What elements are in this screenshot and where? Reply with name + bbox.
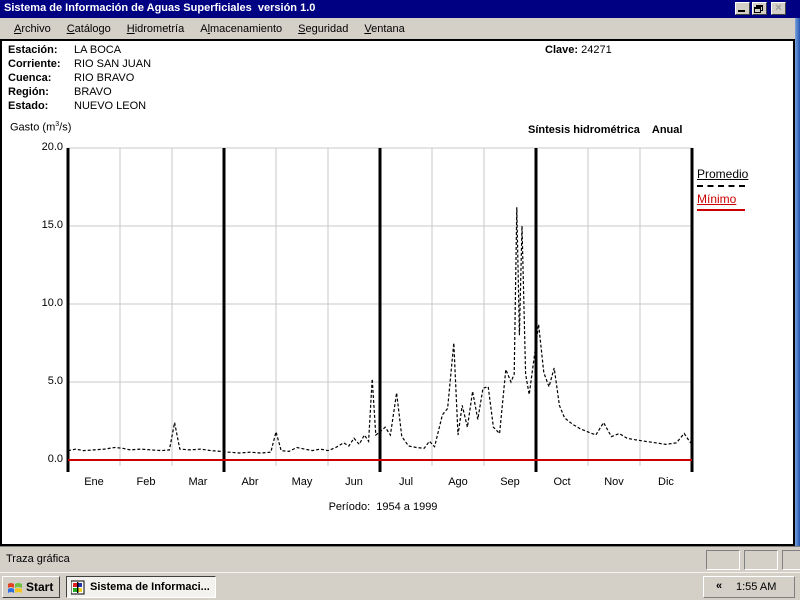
menu-label-part: macenamiento [210,22,283,35]
chart-title-text: Síntesis hidrométrica [528,124,640,136]
station-row: Región: BRAVO [8,86,112,100]
menu-label-part: A [200,22,208,35]
month-label: Ago [448,476,468,488]
menu-accesskey: S [298,22,306,35]
menu-accesskey: H [126,22,135,35]
month-label: Nov [604,476,624,488]
status-message: Traza gráfica [6,553,70,565]
field-value: BRAVO [74,86,112,98]
menu-almacenamiento[interactable]: Almacenamiento [192,21,290,37]
field-label: Región: [8,86,49,98]
gasto-prefix: Gasto (m [10,121,56,134]
taskbar-app-button[interactable]: Sistema de Informaci... [66,576,216,598]
station-row: Corriente: RIO SAN JUAN [8,58,151,72]
legend-minimo-label: Mínimo [697,192,737,206]
status-panel [706,550,740,570]
field-value: LA BOCA [74,44,122,56]
field-value: RIO BRAVO [74,72,135,84]
month-label: May [291,476,313,488]
month-label: Jun [345,476,363,488]
start-button[interactable]: Start [2,576,60,598]
legend-promedio-label: Promedio [697,167,749,181]
app-icon [71,580,85,594]
chart-title: Síntesis hidrométrica Anual [528,124,682,136]
field-label: Estación: [8,44,58,56]
field-value: RIO SAN JUAN [74,58,152,70]
taskbar-app-label: Sistema de Informaci... [90,581,210,593]
gasto-suffix: /s) [59,121,72,134]
start-label: Start [26,580,54,594]
menu-label-part: entana [371,22,405,35]
clave-value: 24271 [581,44,612,56]
station-row: Cuenca: RIO BRAVO [8,72,134,86]
menu-label-part: rchivo [21,22,51,35]
y-tick-label: 20.0 [41,141,63,153]
status-panel [782,550,800,570]
menu-accesskey: C [66,22,75,35]
menu-bar: Archivo Catálogo Hidrometría Almacenamie… [0,18,795,39]
menu-label-part: eguridad [305,22,349,35]
menu-label-part: idrometría [134,22,185,35]
menu-ventana[interactable]: Ventana [356,21,412,37]
menu-label-part: atálogo [74,22,111,35]
field-label: Estado: [8,100,49,112]
status-panel [744,550,778,570]
station-row: Estación: LA BOCA [8,44,121,58]
month-label: Mar [188,476,208,488]
y-tick-label: 0.0 [47,453,63,465]
status-bar: Traza gráfica [0,546,800,572]
clock[interactable]: 1:55 AM [736,581,776,593]
field-value: NUEVO LEON [74,100,147,112]
y-tick-label: 15.0 [41,219,63,231]
restore-button[interactable] [752,2,767,15]
chart-legend: Promedio Mínimo [697,167,748,211]
field-label: Corriente: [8,58,61,70]
period-note: Período: 1954 a 1999 [328,501,438,513]
menu-hidrometria[interactable]: Hidrometría [119,21,192,37]
month-label: Ene [84,476,104,488]
clave-field: Clave: 24271 [545,44,612,56]
y-tick-label: 10.0 [41,297,63,309]
chart-mode-anual: Anual [651,124,683,136]
menu-archivo[interactable]: Archivo [6,21,59,37]
tray-chevron-button[interactable]: « [710,579,728,595]
y-axis-title: Gasto (m3/s) [10,121,71,134]
y-tick-label: 5.0 [47,375,63,387]
window-right-border [795,18,800,546]
window-controls: × [735,2,786,15]
station-row: Estado: NUEVO LEON [8,100,146,114]
close-button[interactable]: × [771,2,786,15]
taskbar: Start Sistema de Informaci... « 1:55 AM [0,572,800,600]
client-area [0,39,795,546]
month-label: Feb [136,476,156,488]
minimize-button[interactable] [735,2,750,15]
title-bar: Sistema de Información de Aguas Superfic… [0,0,800,18]
menu-seguridad[interactable]: Seguridad [290,21,356,37]
month-label: Jul [398,476,414,488]
field-label: Cuenca: [8,72,52,84]
month-label: Oct [553,476,571,488]
legend-promedio-line-sample [697,185,745,187]
month-label: Sep [500,476,520,488]
month-label: Dic [658,476,674,488]
window-title: Sistema de Información de Aguas Superfic… [4,2,316,14]
windows-flag-icon [8,582,22,593]
system-tray: « 1:55 AM [703,576,795,598]
minimize-icon [738,10,745,12]
month-label: Abr [241,476,259,488]
legend-minimo-line-sample [697,209,745,211]
menu-catalogo[interactable]: Catálogo [59,21,119,37]
clave-label: Clave: [545,44,579,56]
restore-icon [754,7,761,13]
application-window: Sistema de Información de Aguas Superfic… [0,0,800,600]
